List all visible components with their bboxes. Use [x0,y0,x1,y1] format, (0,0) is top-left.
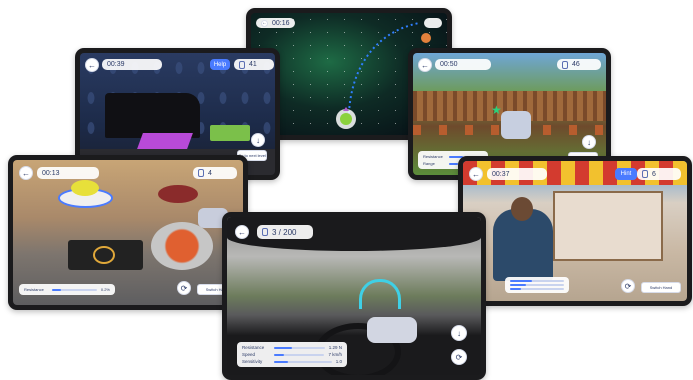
sewing-machine [105,93,200,138]
tablet-kitchen-game: ← 00:13 4 Resistance 0.2% ⟳ Switch Hand [8,155,248,310]
driving-score: 3 / 200 [257,225,313,239]
strawberry-plate [158,185,198,203]
rocket-icon [335,107,357,131]
resistance-slider[interactable] [274,346,325,349]
back-arrow-icon[interactable]: ← [235,225,249,239]
back-arrow-icon[interactable]: ← [469,167,483,181]
back-arrow-icon[interactable]: ← [85,58,99,72]
resistance-slider[interactable] [510,280,564,282]
shooting-timer: 00:37 [487,168,547,180]
prize-shelves [553,191,663,261]
target-planet [421,33,431,43]
score-icon [262,228,268,236]
back-arrow-icon[interactable]: ← [19,166,33,180]
kitchen-game-screen: ← 00:13 4 Resistance 0.2% ⟳ Switch Hand [13,160,243,305]
driving-settings-panel: Resistance 1.29 N Speed 7 km/h Sensitivi… [237,342,347,367]
score-icon [239,60,245,69]
sensitivity-slider[interactable] [274,360,332,363]
garden-timer: 00:50 [435,59,491,70]
tablet-shooting-game: ← 00:37 Hint 6 ⟳ Switch Hand [458,156,692,306]
stove-burner [68,240,143,270]
resistance-slider[interactable] [52,288,97,291]
player-hands [367,317,417,343]
garden-score: 46 [557,59,601,70]
tablet-driving-game: ← 3 / 200 Resistance 1.29 N Speed 7 km/h [222,212,486,380]
player-head [511,197,533,221]
speed-slider[interactable] [274,353,325,356]
shooting-score: 6 [637,168,681,180]
cooking-pot [151,222,213,270]
kitchen-timer: 00:13 [37,167,99,179]
driving-game-screen: ← 3 / 200 Resistance 1.29 N Speed 7 km/h [227,217,481,375]
switch-hand-button[interactable]: Switch Hand [641,282,681,293]
download-icon[interactable]: ↓ [251,133,265,147]
download-icon[interactable]: ↓ [582,135,596,149]
score-icon [198,169,204,177]
settings-icon[interactable]: ⟳ [621,279,635,293]
score-icon [562,60,568,69]
settings-icon[interactable]: ⟳ [451,349,467,365]
lemons [71,180,99,196]
road-arch [359,279,401,309]
kitchen-settings-panel: Resistance 0.2% [19,284,115,295]
shooting-settings-panel [505,277,569,293]
back-arrow-icon[interactable]: ← [418,58,432,72]
speed-slider[interactable] [510,284,564,286]
kitchen-score: 4 [193,167,237,179]
help-button[interactable]: Help [210,59,230,70]
score-icon [642,170,648,178]
player-hands [501,111,531,139]
hint-button[interactable]: Hint [615,168,637,180]
shooting-game-screen: ← 00:37 Hint 6 ⟳ Switch Hand [463,161,687,301]
fabric-pieces [137,133,193,149]
sewing-score: 41 [234,59,274,70]
download-icon[interactable]: ↓ [451,325,467,341]
fabric-stack [210,125,250,141]
sensitivity-slider[interactable] [510,288,564,290]
settings-icon[interactable]: ⟳ [177,281,191,295]
sewing-timer: 00:39 [102,59,162,70]
tablet-collage: ← 00:16 ← 00:39 Help 41 ↓ Go to next lev… [0,0,693,380]
